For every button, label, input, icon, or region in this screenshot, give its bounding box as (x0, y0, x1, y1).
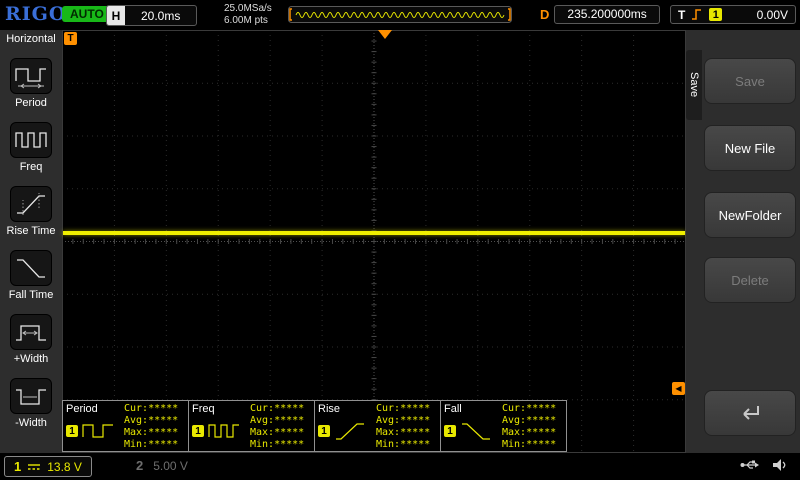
plus-width-icon (10, 314, 52, 350)
menu-item-period[interactable]: Period (0, 58, 62, 109)
measure-menu-title: Horizontal (0, 30, 62, 45)
channel-badge: 1 (444, 425, 456, 437)
channel-status-bar: 1 13.8 V 2 5.00 V (0, 453, 800, 480)
period-icon (81, 420, 115, 442)
menu-item-minus-width[interactable]: -Width (0, 378, 62, 429)
delay-label: D (540, 7, 549, 22)
trigger-source-badge: 1 (709, 8, 722, 21)
new-folder-button[interactable]: NewFolder (704, 192, 796, 238)
delay-value: 235.200000ms (554, 5, 659, 24)
waveform-memory-preview (288, 6, 512, 28)
measurement-max: Max:***** (250, 427, 311, 439)
channel2-badge: 2 (136, 458, 143, 473)
measurement-min: Min:***** (124, 439, 185, 451)
measurement-cur: Cur:***** (250, 403, 311, 415)
measurement-fall: Fall 1 Cur:***** Avg:***** Max:***** Min… (440, 400, 567, 452)
channel-badge: 1 (192, 425, 204, 437)
delete-button[interactable]: Delete (704, 257, 796, 303)
measurement-min: Min:***** (502, 439, 563, 451)
timebase-value: 20.0ms (125, 9, 196, 23)
horizontal-label: H (107, 6, 125, 25)
dc-coupling-icon (27, 462, 41, 472)
return-arrow-icon (737, 403, 763, 423)
measurement-max: Max:***** (502, 427, 563, 439)
new-file-button[interactable]: New File (704, 125, 796, 171)
menu-item-plus-width[interactable]: +Width (0, 314, 62, 365)
enter-button[interactable] (704, 390, 796, 436)
rise-time-icon (10, 186, 52, 222)
graticule: T ◀ (62, 30, 686, 453)
measurement-period: Period 1 Cur:***** Avg:***** Max:***** M… (62, 400, 189, 452)
trigger-level-value: 0.00V (757, 8, 788, 22)
channel1-badge: 1 (14, 459, 21, 474)
trigger-slope-icon (691, 8, 703, 21)
measurement-avg: Avg:***** (502, 415, 563, 427)
minus-width-icon (10, 378, 52, 414)
measurement-name: Rise (318, 403, 376, 415)
graticule-grid (62, 30, 686, 453)
channel2-status[interactable]: 2 5.00 V (136, 456, 188, 475)
measurement-rise: Rise 1 Cur:***** Avg:***** Max:***** Min… (314, 400, 441, 452)
rise-icon (333, 420, 367, 442)
measurement-avg: Avg:***** (376, 415, 437, 427)
measurement-freq: Freq 1 Cur:***** Avg:***** Max:***** Min… (188, 400, 315, 452)
memory-preview-icon (288, 6, 512, 23)
save-menu-tab[interactable]: Save (686, 50, 702, 120)
measure-menu-sidebar: Horizontal Period Freq Rise Time (0, 30, 62, 453)
channel-badge: 1 (66, 425, 78, 437)
system-tray (740, 458, 788, 472)
horizontal-scale-readout: H 20.0ms (106, 5, 197, 26)
measurement-min: Min:***** (376, 439, 437, 451)
horizontal-reference-marker: T (64, 32, 77, 45)
freq-icon (207, 420, 241, 442)
trigger-position-marker (378, 30, 392, 39)
measurement-name: Period (66, 403, 124, 415)
fall-icon (459, 420, 493, 442)
channel1-trace (63, 231, 685, 235)
run-status-badge: AUTO (62, 6, 112, 22)
delay-readout: D 235.200000ms (540, 5, 660, 24)
trigger-level-marker: ◀ (672, 382, 685, 395)
memory-depth: 6.00M pts (224, 15, 272, 27)
channel2-scale: 5.00 V (153, 459, 188, 473)
channel-badge: 1 (318, 425, 330, 437)
menu-item-rise-time[interactable]: Rise Time (0, 186, 62, 237)
fall-time-icon (10, 250, 52, 286)
measurement-max: Max:***** (124, 427, 185, 439)
measurement-cur: Cur:***** (124, 403, 185, 415)
measurement-max: Max:***** (376, 427, 437, 439)
trigger-readout: T 1 0.00V (670, 5, 796, 24)
top-status-bar: RIGOL AUTO H 20.0ms 25.0MSa/s 6.00M pts … (0, 0, 800, 30)
measurement-name: Freq (192, 403, 250, 415)
channel1-status[interactable]: 1 13.8 V (4, 456, 92, 477)
measurement-avg: Avg:***** (250, 415, 311, 427)
trigger-label: T (678, 8, 685, 22)
menu-item-freq[interactable]: Freq (0, 122, 62, 173)
measurement-cur: Cur:***** (502, 403, 563, 415)
measurement-avg: Avg:***** (124, 415, 185, 427)
save-menu-sidebar: Save Save New File NewFolder Delete (686, 30, 800, 453)
measurement-panel: Period 1 Cur:***** Avg:***** Max:***** M… (62, 400, 567, 452)
freq-icon (10, 122, 52, 158)
save-button[interactable]: Save (704, 58, 796, 104)
measurement-min: Min:***** (250, 439, 311, 451)
measurement-cur: Cur:***** (376, 403, 437, 415)
acquisition-readout: 25.0MSa/s 6.00M pts (224, 3, 272, 27)
usb-icon (740, 459, 760, 471)
menu-item-fall-time[interactable]: Fall Time (0, 250, 62, 301)
speaker-icon (772, 458, 788, 472)
channel1-scale: 13.8 V (47, 460, 82, 474)
period-icon (10, 58, 52, 94)
sample-rate: 25.0MSa/s (224, 3, 272, 15)
measurement-name: Fall (444, 403, 502, 415)
